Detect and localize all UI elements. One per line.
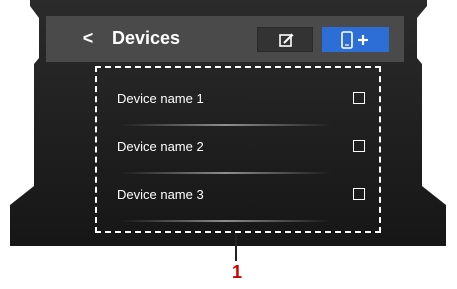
row-divider	[121, 220, 331, 222]
callout-line	[235, 233, 237, 261]
device-checkbox[interactable]	[353, 188, 365, 200]
device-list-item[interactable]: Device name 3	[101, 174, 377, 222]
device-list: Device name 1 Device name 2 Device name …	[95, 66, 381, 233]
device-list-item[interactable]: Device name 1	[101, 78, 377, 126]
add-device-button[interactable]	[322, 27, 389, 52]
device-name-label: Device name 1	[117, 91, 204, 106]
page-title: Devices	[112, 28, 181, 48]
callout-number: 1	[231, 262, 242, 282]
device-name-label: Device name 3	[117, 187, 204, 202]
device-name-label: Device name 2	[117, 139, 204, 154]
edit-button[interactable]	[257, 27, 313, 52]
device-checkbox[interactable]	[353, 92, 365, 104]
back-button[interactable]: <	[80, 27, 96, 49]
edit-icon	[279, 33, 294, 47]
device-list-item[interactable]: Device name 2	[101, 126, 377, 174]
add-device-icon	[341, 31, 368, 49]
device-checkbox[interactable]	[353, 140, 365, 152]
